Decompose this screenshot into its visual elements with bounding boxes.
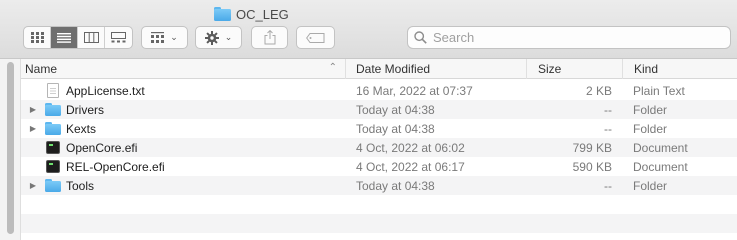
file-size: 590 KB bbox=[572, 159, 612, 174]
disclosure-triangle-icon[interactable]: ▶ bbox=[28, 119, 38, 138]
file-size: 799 KB bbox=[572, 140, 612, 155]
finder-toolbar: OC_LEG ⌄ ⌄ Search bbox=[0, 0, 737, 59]
file-size: -- bbox=[604, 121, 612, 136]
file-row[interactable]: AppLicense.txt 16 Mar, 2022 at 07:37 2 K… bbox=[21, 81, 737, 100]
sidebar-scroll-area bbox=[0, 59, 21, 240]
column-header-kind-label: Kind bbox=[634, 62, 659, 76]
column-header-size-label: Size bbox=[538, 62, 562, 76]
file-name: OpenCore.efi bbox=[66, 140, 138, 155]
empty-row bbox=[21, 214, 737, 233]
chevron-down-icon: ⌄ bbox=[224, 32, 233, 42]
disclosure-triangle-icon[interactable]: ▶ bbox=[28, 100, 38, 119]
search-input[interactable] bbox=[433, 30, 713, 45]
column-header-date-modified[interactable]: Date Modified bbox=[346, 59, 527, 79]
search-icon bbox=[414, 31, 427, 44]
view-mode-segmented-control bbox=[23, 26, 133, 49]
file-size: 2 KB bbox=[585, 83, 612, 98]
column-header-name-label: Name bbox=[25, 62, 58, 76]
file-kind: Document bbox=[633, 140, 688, 155]
folder-row[interactable]: ▶ Tools Today at 04:38 -- Folder bbox=[21, 176, 737, 195]
file-row[interactable]: REL-OpenCore.efi 4 Oct, 2022 at 06:17 59… bbox=[21, 157, 737, 176]
disclosure-triangle-icon[interactable]: ▶ bbox=[28, 176, 38, 195]
executable-icon bbox=[46, 141, 60, 154]
column-header-date-label: Date Modified bbox=[356, 62, 431, 76]
search-field[interactable] bbox=[407, 26, 731, 49]
list-view-icon bbox=[57, 32, 71, 43]
file-date-modified: Today at 04:38 bbox=[356, 178, 435, 193]
tag-icon bbox=[306, 32, 325, 43]
gallery-view-button[interactable] bbox=[105, 27, 132, 48]
share-icon bbox=[264, 30, 275, 45]
file-date-modified: 4 Oct, 2022 at 06:02 bbox=[356, 140, 465, 155]
file-date-modified: Today at 04:38 bbox=[356, 121, 435, 136]
file-name: Tools bbox=[66, 178, 95, 193]
group-icon bbox=[151, 32, 165, 43]
icon-view-icon bbox=[30, 32, 44, 43]
icon-view-button[interactable] bbox=[24, 27, 51, 48]
folder-icon bbox=[45, 103, 61, 116]
empty-row bbox=[21, 195, 737, 214]
file-date-modified: 4 Oct, 2022 at 06:17 bbox=[356, 159, 465, 174]
gallery-view-icon bbox=[111, 32, 126, 43]
sort-ascending-icon: ⌃ bbox=[328, 62, 337, 73]
file-date-modified: Today at 04:38 bbox=[356, 102, 435, 117]
chevron-down-icon: ⌄ bbox=[170, 32, 178, 42]
executable-icon bbox=[46, 160, 60, 173]
file-name: REL-OpenCore.efi bbox=[66, 159, 165, 174]
file-size: -- bbox=[604, 178, 612, 193]
column-header-kind[interactable]: Kind bbox=[623, 59, 737, 79]
file-date-modified: 16 Mar, 2022 at 07:37 bbox=[356, 83, 473, 98]
file-kind: Folder bbox=[633, 121, 668, 136]
file-name: AppLicense.txt bbox=[66, 83, 145, 98]
folder-icon bbox=[214, 7, 231, 21]
folder-icon bbox=[45, 179, 61, 192]
column-header: Name ⌃ Date Modified Size Kind bbox=[21, 59, 737, 79]
text-document-icon bbox=[47, 83, 59, 98]
window-title: OC_LEG bbox=[214, 5, 289, 23]
column-header-name[interactable]: Name ⌃ bbox=[21, 59, 346, 79]
column-view-button[interactable] bbox=[78, 27, 105, 48]
file-row[interactable]: OpenCore.efi 4 Oct, 2022 at 06:02 799 KB… bbox=[21, 138, 737, 157]
share-button[interactable] bbox=[251, 26, 288, 49]
gear-icon bbox=[204, 30, 219, 45]
file-list: AppLicense.txt 16 Mar, 2022 at 07:37 2 K… bbox=[21, 81, 737, 233]
group-by-button[interactable]: ⌄ bbox=[141, 26, 188, 49]
folder-row[interactable]: ▶ Kexts Today at 04:38 -- Folder bbox=[21, 119, 737, 138]
file-kind: Folder bbox=[633, 178, 668, 193]
file-name: Kexts bbox=[66, 121, 97, 136]
window-title-text: OC_LEG bbox=[236, 6, 289, 22]
scrollbar-thumb[interactable] bbox=[7, 62, 14, 234]
file-size: -- bbox=[604, 102, 612, 117]
column-view-icon bbox=[83, 32, 99, 43]
column-header-size[interactable]: Size bbox=[527, 59, 623, 79]
action-menu-button[interactable]: ⌄ bbox=[195, 26, 242, 49]
list-view-button[interactable] bbox=[51, 27, 78, 48]
tags-button[interactable] bbox=[296, 26, 335, 49]
file-kind: Folder bbox=[633, 102, 668, 117]
folder-icon bbox=[45, 122, 61, 135]
file-kind: Document bbox=[633, 159, 688, 174]
file-name: Drivers bbox=[66, 102, 104, 117]
folder-row[interactable]: ▶ Drivers Today at 04:38 -- Folder bbox=[21, 100, 737, 119]
file-kind: Plain Text bbox=[633, 83, 685, 98]
